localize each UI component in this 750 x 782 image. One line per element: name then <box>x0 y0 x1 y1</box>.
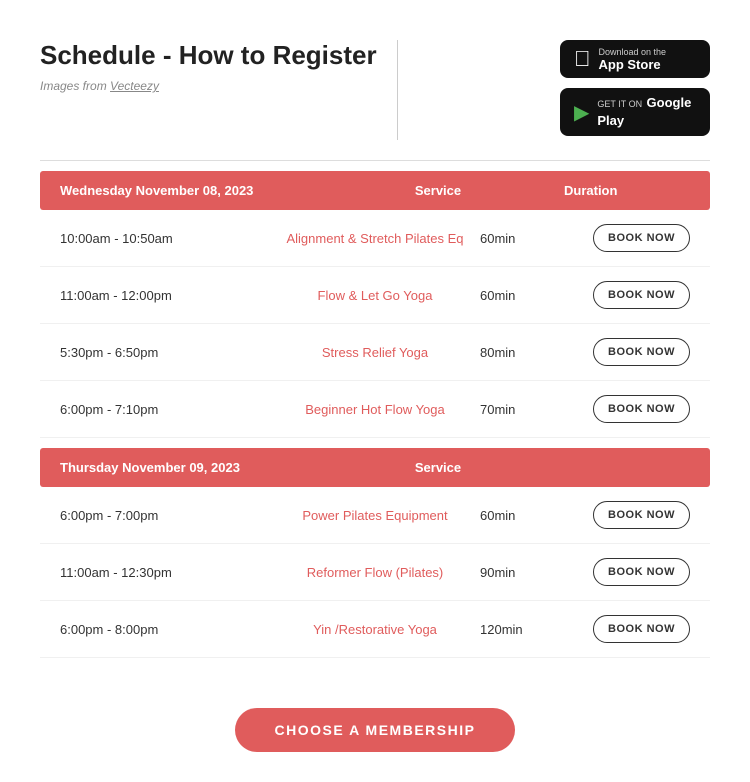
day-service-label-0: Service <box>312 183 564 198</box>
header-inner: Schedule - How to Register Images from V… <box>40 40 398 140</box>
class-duration: 60min <box>480 288 585 303</box>
app-store-badge[interactable]:  Download on the App Store <box>560 40 710 78</box>
day-block-0: Wednesday November 08, 2023 Service Dura… <box>40 171 710 438</box>
class-service: Yin /Restorative Yoga <box>270 622 480 637</box>
book-col: BOOK NOW <box>585 501 690 529</box>
schedule-section: Wednesday November 08, 2023 Service Dura… <box>0 161 750 688</box>
class-duration: 70min <box>480 402 585 417</box>
class-time: 6:00pm - 7:10pm <box>60 402 270 417</box>
class-service: Flow & Let Go Yoga <box>270 288 480 303</box>
book-col: BOOK NOW <box>585 224 690 252</box>
attribution-text: Images from <box>40 79 107 93</box>
day-date-0: Wednesday November 08, 2023 <box>60 183 312 198</box>
book-now-button[interactable]: BOOK NOW <box>593 281 690 309</box>
table-row: 10:00am - 10:50am Alignment & Stretch Pi… <box>40 210 710 267</box>
day-service-label-1: Service <box>312 460 564 475</box>
class-service: Reformer Flow (Pilates) <box>270 565 480 580</box>
class-time: 10:00am - 10:50am <box>60 231 270 246</box>
class-duration: 60min <box>480 508 585 523</box>
book-now-button[interactable]: BOOK NOW <box>593 224 690 252</box>
attribution-link[interactable]: Vecteezy <box>110 79 159 93</box>
page-header: Schedule - How to Register Images from V… <box>0 0 750 160</box>
class-time: 11:00am - 12:30pm <box>60 565 270 580</box>
google-play-top: GET IT ON <box>597 99 642 109</box>
day-date-1: Thursday November 09, 2023 <box>60 460 312 475</box>
day-header-1: Thursday November 09, 2023 Service <box>40 448 710 487</box>
class-service: Power Pilates Equipment <box>270 508 480 523</box>
header-right:  Download on the App Store ▶ GET IT ON … <box>560 40 710 136</box>
app-store-text: Download on the App Store <box>599 47 667 72</box>
day-header-0: Wednesday November 08, 2023 Service Dura… <box>40 171 710 210</box>
class-duration: 60min <box>480 231 585 246</box>
table-row: 11:00am - 12:30pm Reformer Flow (Pilates… <box>40 544 710 601</box>
class-time: 11:00am - 12:00pm <box>60 288 270 303</box>
app-store-bottom: App Store <box>599 57 667 72</box>
class-duration: 90min <box>480 565 585 580</box>
book-now-button[interactable]: BOOK NOW <box>593 395 690 423</box>
apple-icon:  <box>574 46 591 72</box>
class-duration: 120min <box>480 622 585 637</box>
choose-membership-button[interactable]: CHOOSE A MEMBERSHIP <box>235 708 516 752</box>
table-row: 11:00am - 12:00pm Flow & Let Go Yoga 60m… <box>40 267 710 324</box>
class-service: Beginner Hot Flow Yoga <box>270 402 480 417</box>
class-time: 6:00pm - 8:00pm <box>60 622 270 637</box>
book-now-button[interactable]: BOOK NOW <box>593 338 690 366</box>
table-row: 5:30pm - 6:50pm Stress Relief Yoga 80min… <box>40 324 710 381</box>
class-service: Alignment & Stretch Pilates Eq <box>270 231 480 246</box>
book-col: BOOK NOW <box>585 558 690 586</box>
header-divider <box>397 40 398 140</box>
app-store-top: Download on the <box>599 47 667 57</box>
class-time: 6:00pm - 7:00pm <box>60 508 270 523</box>
day-duration-label-0: Duration <box>564 183 690 198</box>
google-play-badge[interactable]: ▶ GET IT ON Google Play <box>560 88 710 136</box>
book-col: BOOK NOW <box>585 281 690 309</box>
page-title: Schedule - How to Register <box>40 40 377 71</box>
class-time: 5:30pm - 6:50pm <box>60 345 270 360</box>
book-col: BOOK NOW <box>585 338 690 366</box>
class-duration: 80min <box>480 345 585 360</box>
book-now-button[interactable]: BOOK NOW <box>593 558 690 586</box>
table-row: 6:00pm - 7:00pm Power Pilates Equipment … <box>40 487 710 544</box>
google-play-text: GET IT ON Google Play <box>597 94 696 130</box>
class-service: Stress Relief Yoga <box>270 345 480 360</box>
header-left: Schedule - How to Register Images from V… <box>40 40 377 93</box>
table-row: 6:00pm - 7:10pm Beginner Hot Flow Yoga 7… <box>40 381 710 438</box>
book-now-button[interactable]: BOOK NOW <box>593 615 690 643</box>
book-col: BOOK NOW <box>585 615 690 643</box>
day-block-1: Thursday November 09, 2023 Service 6:00p… <box>40 448 710 658</box>
book-col: BOOK NOW <box>585 395 690 423</box>
google-play-icon: ▶ <box>574 100 589 125</box>
book-now-button[interactable]: BOOK NOW <box>593 501 690 529</box>
membership-section: CHOOSE A MEMBERSHIP <box>0 688 750 782</box>
table-row: 6:00pm - 8:00pm Yin /Restorative Yoga 12… <box>40 601 710 658</box>
attribution: Images from Vecteezy <box>40 79 377 93</box>
